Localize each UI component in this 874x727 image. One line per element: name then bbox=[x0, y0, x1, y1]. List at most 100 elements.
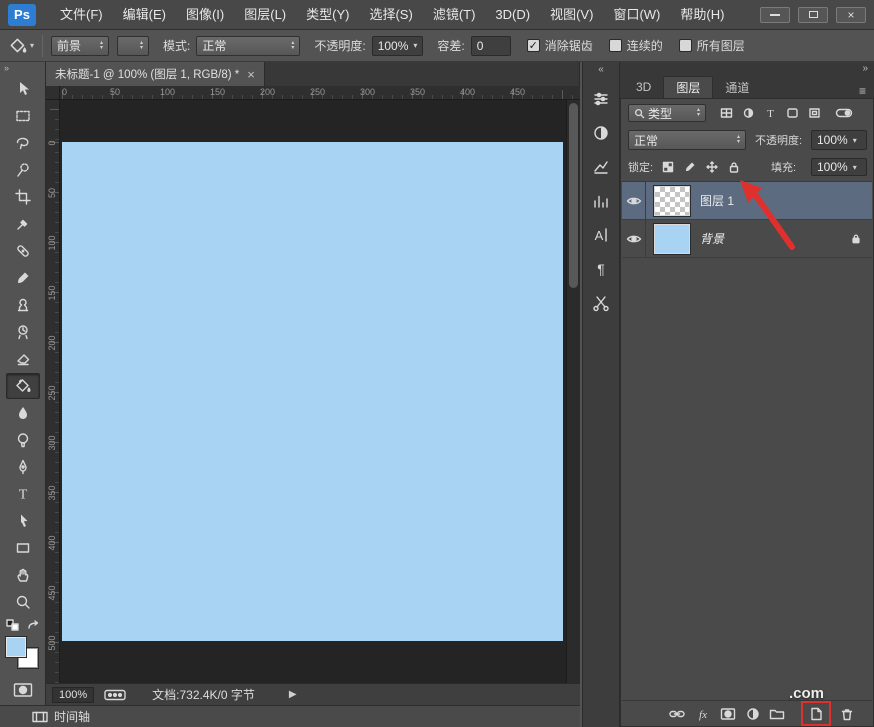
lasso-tool[interactable] bbox=[6, 130, 40, 156]
menu-window[interactable]: 窗口(W) bbox=[603, 0, 670, 30]
eyedropper-tool[interactable] bbox=[6, 211, 40, 237]
filter-toggle-icon[interactable] bbox=[835, 106, 853, 120]
close-button[interactable]: × bbox=[836, 7, 866, 23]
menu-layer[interactable]: 图层(L) bbox=[234, 0, 296, 30]
menu-file[interactable]: 文件(F) bbox=[50, 0, 113, 30]
menu-3d[interactable]: 3D(D) bbox=[485, 0, 540, 30]
visibility-toggle[interactable] bbox=[622, 182, 646, 220]
layer-blend-mode-dropdown[interactable]: 正常 ▴▾ bbox=[628, 130, 746, 150]
menu-select[interactable]: 选择(S) bbox=[359, 0, 422, 30]
tab-3d[interactable]: 3D bbox=[624, 76, 663, 98]
zoom-level-field[interactable]: 100% bbox=[52, 687, 94, 703]
tool-preset-arrow-icon[interactable]: ▾ bbox=[30, 41, 34, 50]
layer-thumbnail[interactable] bbox=[654, 186, 690, 216]
move-tool[interactable] bbox=[6, 76, 40, 102]
paint-bucket-tool-preview-icon[interactable] bbox=[8, 36, 28, 56]
properties-panel-button[interactable] bbox=[587, 86, 615, 112]
dodge-tool[interactable] bbox=[6, 427, 40, 453]
pen-tool[interactable] bbox=[6, 454, 40, 480]
add-layer-mask-button[interactable] bbox=[719, 705, 737, 723]
layer-fill-field[interactable]: 100%▾ bbox=[811, 158, 867, 176]
hand-tool[interactable] bbox=[6, 562, 40, 588]
foreground-color-swatch[interactable] bbox=[6, 637, 26, 657]
spot-healing-brush-tool[interactable] bbox=[6, 238, 40, 264]
path-selection-tool[interactable] bbox=[6, 508, 40, 534]
filter-type-icon[interactable]: T bbox=[763, 106, 778, 120]
layer-opacity-field[interactable]: 100%▾ bbox=[811, 130, 867, 150]
lock-transparency-icon[interactable] bbox=[659, 159, 677, 175]
blur-tool[interactable] bbox=[6, 400, 40, 426]
histogram-panel-button[interactable] bbox=[587, 188, 615, 214]
fill-source-dropdown[interactable]: 前景 ▴▾ bbox=[51, 36, 109, 56]
lock-position-icon[interactable] bbox=[703, 159, 721, 175]
info-panel-button[interactable] bbox=[587, 154, 615, 180]
rectangular-marquee-tool[interactable] bbox=[6, 103, 40, 129]
dock-collapse-icon[interactable]: » bbox=[862, 62, 868, 76]
contiguous-checkbox[interactable] bbox=[609, 39, 622, 52]
dock-expand-icon[interactable]: « bbox=[583, 62, 619, 78]
antialias-checkbox[interactable]: ✓ bbox=[527, 39, 540, 52]
quick-mask-button[interactable] bbox=[6, 677, 40, 703]
document-canvas[interactable] bbox=[62, 142, 563, 641]
layer-row-background[interactable]: 背景 bbox=[622, 220, 872, 258]
lock-row: 锁定: 填充: 100%▾ bbox=[621, 157, 873, 177]
toolbar-collapse-icon[interactable]: » bbox=[0, 62, 45, 76]
filter-pixel-icon[interactable] bbox=[719, 106, 734, 120]
filter-adjustment-icon[interactable] bbox=[741, 106, 756, 120]
document-tab[interactable]: 未标题-1 @ 100% (图层 1, RGB/8) * × bbox=[46, 62, 265, 86]
layer-filter-dropdown[interactable]: 类型 ▴▾ bbox=[628, 104, 706, 122]
layer-style-button[interactable]: fx bbox=[694, 705, 712, 723]
swap-colors-icon[interactable] bbox=[26, 619, 40, 631]
opacity-field[interactable]: 100%▾ bbox=[372, 36, 424, 56]
visibility-toggle[interactable] bbox=[622, 220, 646, 258]
menu-help[interactable]: 帮助(H) bbox=[670, 0, 734, 30]
paint-bucket-tool[interactable] bbox=[6, 373, 40, 399]
layer-name[interactable]: 背景 bbox=[700, 230, 724, 247]
filter-smart-object-icon[interactable] bbox=[807, 106, 822, 120]
blend-mode-dropdown[interactable]: 正常 ▴▾ bbox=[196, 36, 300, 56]
type-tool[interactable]: T bbox=[6, 481, 40, 507]
tab-layers[interactable]: 图层 bbox=[663, 76, 713, 98]
new-group-button[interactable] bbox=[768, 705, 786, 723]
adjustments-panel-button[interactable] bbox=[587, 120, 615, 146]
menu-edit[interactable]: 编辑(E) bbox=[113, 0, 176, 30]
layer-thumbnail[interactable] bbox=[654, 224, 690, 254]
delete-layer-button[interactable] bbox=[838, 705, 856, 723]
status-menu-arrow-icon[interactable]: ▶ bbox=[289, 689, 297, 700]
rectangle-shape-tool[interactable] bbox=[6, 535, 40, 561]
all-layers-checkbox[interactable] bbox=[679, 39, 692, 52]
crop-tool[interactable] bbox=[6, 184, 40, 210]
pattern-picker-dropdown[interactable]: ▴▾ bbox=[117, 36, 149, 56]
tolerance-field[interactable]: 0 bbox=[471, 36, 511, 56]
history-brush-tool[interactable] bbox=[6, 319, 40, 345]
eraser-tool[interactable] bbox=[6, 346, 40, 372]
menu-view[interactable]: 视图(V) bbox=[540, 0, 603, 30]
menu-type[interactable]: 类型(Y) bbox=[296, 0, 359, 30]
default-colors-icon[interactable] bbox=[6, 619, 20, 631]
lock-pixels-icon[interactable] bbox=[681, 159, 699, 175]
contiguous-label: 连续的 bbox=[627, 37, 663, 54]
brush-tool[interactable] bbox=[6, 265, 40, 291]
tab-close-icon[interactable]: × bbox=[247, 67, 255, 82]
clone-stamp-tool[interactable] bbox=[6, 292, 40, 318]
character-panel-button[interactable]: A bbox=[587, 222, 615, 248]
tool-presets-panel-button[interactable] bbox=[587, 290, 615, 316]
menu-filter[interactable]: 滤镜(T) bbox=[423, 0, 486, 30]
tab-channels[interactable]: 通道 bbox=[713, 76, 761, 98]
adjustment-layer-button[interactable] bbox=[744, 705, 762, 723]
maximize-button[interactable] bbox=[798, 7, 828, 23]
quick-selection-tool[interactable] bbox=[6, 157, 40, 183]
scrollbar-thumb[interactable] bbox=[569, 103, 578, 288]
paragraph-panel-button[interactable]: ¶ bbox=[587, 256, 615, 282]
timeline-tab-label[interactable]: 时间轴 bbox=[54, 708, 90, 725]
filter-shape-icon[interactable] bbox=[785, 106, 800, 120]
lock-all-icon[interactable] bbox=[725, 159, 743, 175]
layer-row-layer1[interactable]: 图层 1 bbox=[622, 182, 872, 220]
layer-name[interactable]: 图层 1 bbox=[700, 192, 734, 209]
minimize-button[interactable] bbox=[760, 7, 790, 23]
zoom-tool[interactable] bbox=[6, 589, 40, 615]
link-layers-button[interactable] bbox=[668, 705, 686, 723]
menu-image[interactable]: 图像(I) bbox=[176, 0, 234, 30]
vertical-scrollbar[interactable] bbox=[566, 100, 580, 683]
panel-menu-icon[interactable]: ≡ bbox=[859, 84, 866, 98]
